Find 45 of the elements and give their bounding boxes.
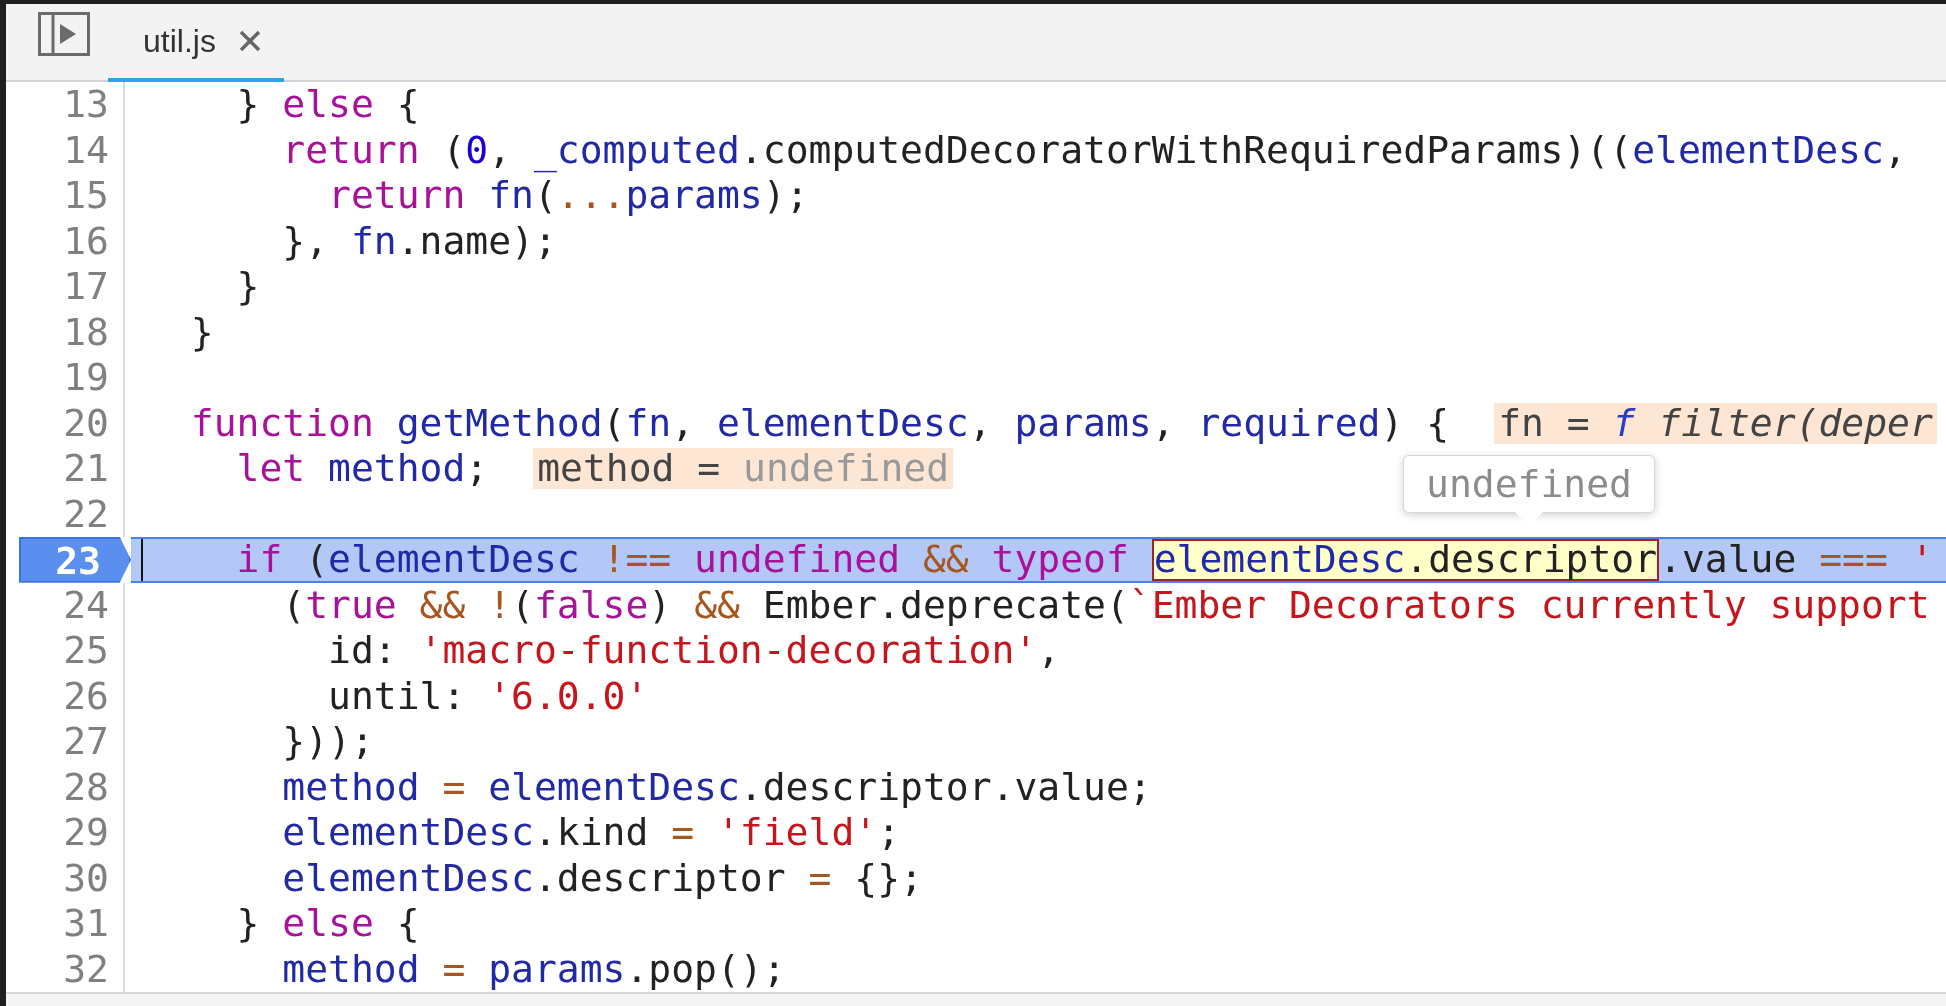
code-line: } <box>235 264 260 310</box>
file-tab[interactable]: util.js <box>108 4 284 82</box>
inline-value: fn = f filter(deper <box>1494 402 1937 444</box>
line-number: 19 <box>63 355 110 401</box>
code-line: })); <box>281 719 374 765</box>
line-number: 15 <box>63 173 110 219</box>
line-number: 18 <box>63 309 110 355</box>
line-number: 31 <box>63 901 110 947</box>
code-line: let method; <box>235 446 489 492</box>
line-number: 27 <box>63 719 110 765</box>
code-line: until: '6.0.0' <box>327 673 649 719</box>
code-line: } else { <box>235 82 420 128</box>
code-line: return (0, _computed.computedDecoratorWithRequiredParams)((elementDesc, <box>281 127 1907 173</box>
line-number: 24 <box>63 582 110 628</box>
code-line: return fn(...params); <box>327 173 809 219</box>
code-line: .value === ' <box>1659 539 1934 581</box>
line-number: 17 <box>63 264 110 310</box>
line-number: 20 <box>63 400 110 446</box>
line-number: 32 <box>63 946 110 992</box>
line-number: 29 <box>63 810 110 856</box>
panel-toggle-icon[interactable] <box>38 12 90 56</box>
code-line: id: 'macro-function-decoration', <box>327 628 1061 674</box>
line-number: 28 <box>63 764 110 810</box>
line-number: 26 <box>63 673 110 719</box>
code-line: method = params.pop(); <box>281 946 786 992</box>
line-number: 14 <box>63 127 110 173</box>
inline-value: method = undefined <box>533 448 953 490</box>
code-line: }, fn.name); <box>281 218 557 264</box>
line-number: 13 <box>63 82 110 128</box>
line-number: 16 <box>63 218 110 264</box>
hovered-expression: elementDesc.descriptor <box>1151 539 1660 581</box>
code-line: function getMethod(fn, elementDesc, params, required) { <box>189 400 1450 446</box>
close-icon[interactable] <box>237 29 262 53</box>
code-line: elementDesc.descriptor = {}; <box>281 855 923 901</box>
code-line: elementDesc.kind = 'field'; <box>281 810 901 856</box>
line-number: 25 <box>63 628 110 674</box>
text-cursor <box>141 539 143 581</box>
line-number: 22 <box>63 491 110 537</box>
line-number: 30 <box>63 855 110 901</box>
code-line: (true && !(false) && Ember.deprecate(`Ember Decorators currently support <box>281 582 1930 628</box>
code-line: if (elementDesc !== undefined && typeof <box>235 539 1130 581</box>
code-line: } else { <box>235 901 420 947</box>
line-number: 21 <box>63 446 110 492</box>
code-line: } <box>189 309 214 355</box>
code-line: method = elementDesc.descriptor.value; <box>281 764 1152 810</box>
